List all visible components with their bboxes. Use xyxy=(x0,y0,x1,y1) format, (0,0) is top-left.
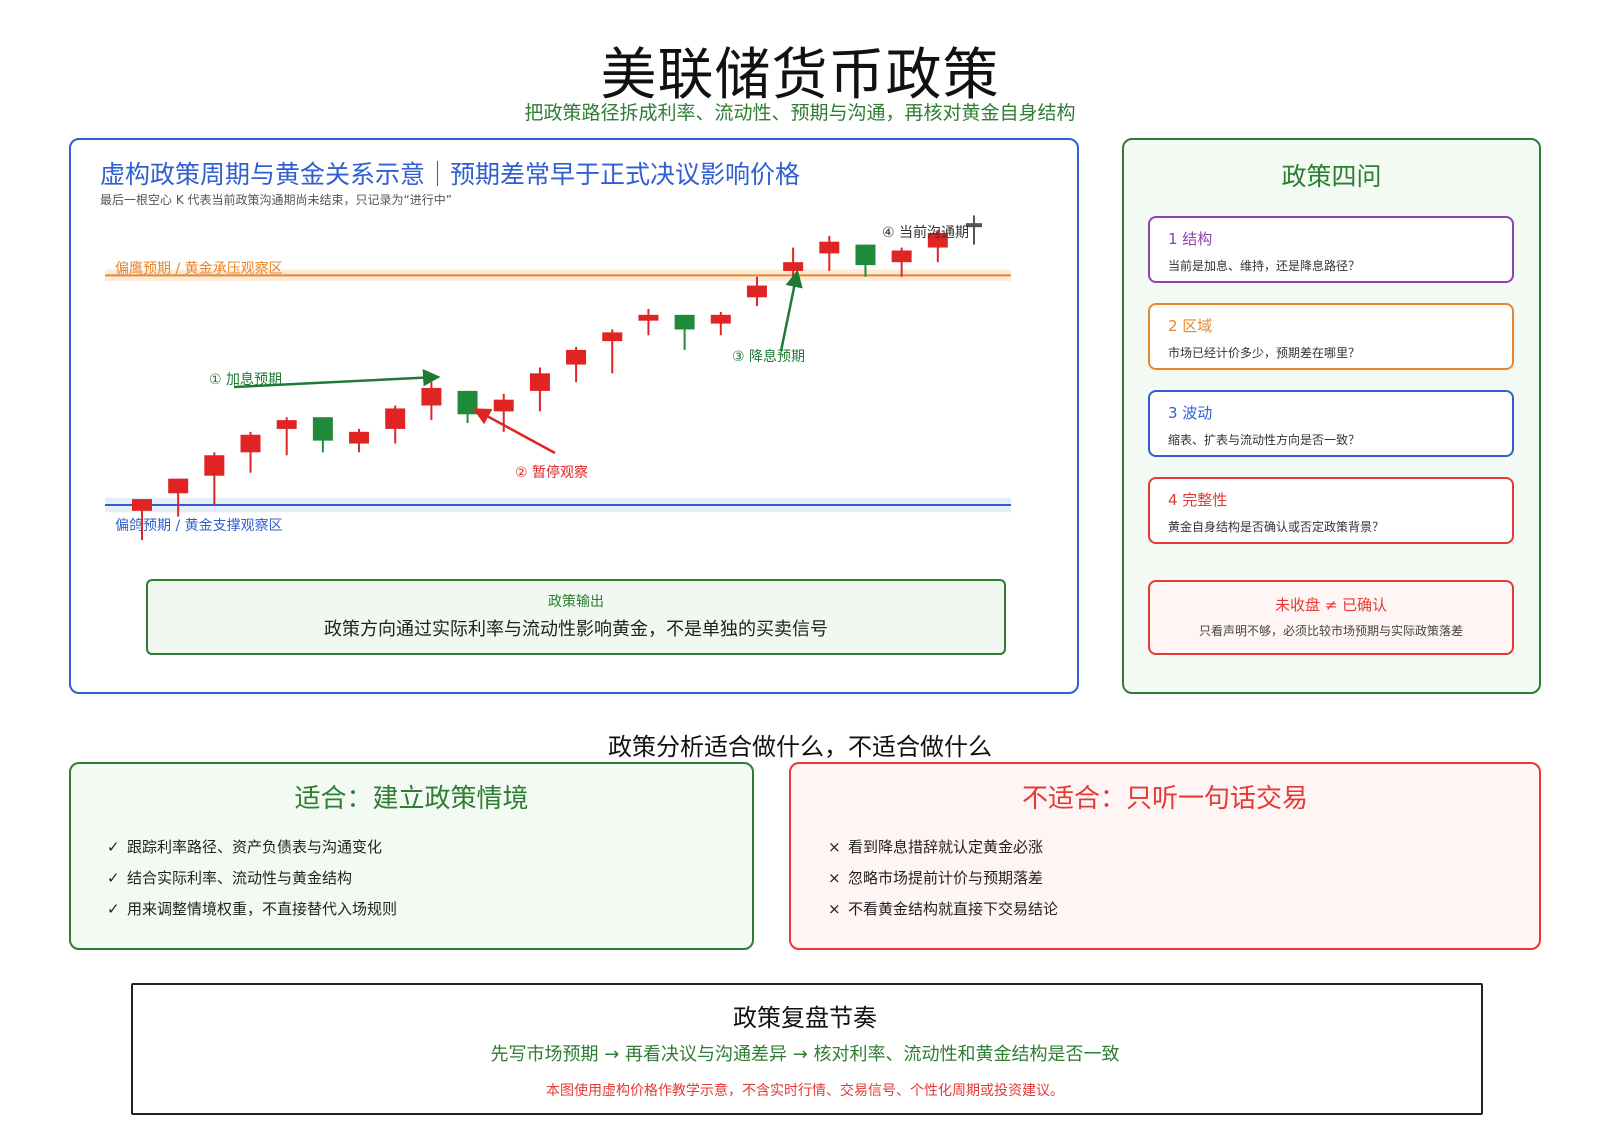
candle-body xyxy=(819,241,840,254)
not-fit-item-text: 忽略市场提前计价与预期落差 xyxy=(848,869,1044,887)
candle-body xyxy=(276,420,297,429)
candle xyxy=(638,308,659,336)
not-fit-item: × 忽略市场提前计价与预期落差 xyxy=(828,871,1043,886)
page-title: 美联储货币政策 xyxy=(600,43,1000,108)
usage-section-title: 政策分析适合做什么，不适合做什么 xyxy=(608,733,992,761)
candle-body xyxy=(783,262,804,271)
candle xyxy=(349,428,370,453)
candle-body xyxy=(493,399,514,412)
upper-zone-label: 偏鹰预期 / 黄金承压观察区 xyxy=(115,260,283,277)
question-head: 3 波动 xyxy=(1168,404,1213,422)
candle-body xyxy=(855,244,876,266)
question-card-structure: 1 结构 当前是加息、维持，还是降息路径？ xyxy=(1148,216,1514,283)
candle-body xyxy=(312,417,333,441)
disclaimer: 本图使用虚构价格作教学示意，不含实时行情、交易信号、个性化周期或投资建议。 xyxy=(546,1083,1064,1099)
candle-body xyxy=(638,314,659,321)
candle-body xyxy=(457,390,478,415)
question-card-integrity: 4 完整性 黄金自身结构是否确认或否定政策背景？ xyxy=(1148,477,1514,544)
candle xyxy=(312,417,333,453)
candle xyxy=(602,329,623,374)
chart-note: 最后一根空心 K 代表当前政策沟通期尚未结束，只记录为“进行中” xyxy=(100,193,452,207)
candle xyxy=(276,417,297,456)
policy-output-label: 政策输出 xyxy=(548,594,604,610)
candle xyxy=(385,405,406,444)
fit-title: 适合：建立政策情境 xyxy=(294,784,529,814)
chart-title: 虚构政策周期与黄金关系示意｜预期差常早于正式决议影响价格 xyxy=(100,160,801,189)
not-fit-item: × 看到降息措辞就认定黄金必涨 xyxy=(828,840,1043,855)
fit-item-text: 结合实际利率、流动性与黄金结构 xyxy=(127,869,353,887)
question-body: 缩表、扩表与流动性方向是否一致？ xyxy=(1168,433,1361,447)
cross-icon: × xyxy=(828,838,841,856)
fit-item: ✓ 用来调整情境权重，不直接替代入场规则 xyxy=(107,902,397,917)
candle xyxy=(457,390,478,424)
candle-body xyxy=(566,349,587,365)
annotation-rate-cut: ③ 降息预期 xyxy=(732,348,805,365)
candle-body xyxy=(349,431,370,444)
candle xyxy=(674,314,695,350)
candle-body xyxy=(746,285,767,298)
policy-output-box: 政策输出 政策方向通过实际利率与流动性影响黄金，不是单独的买卖信号 xyxy=(146,579,1006,655)
question-card-volatility: 3 波动 缩表、扩表与流动性方向是否一致？ xyxy=(1148,390,1514,457)
warning-title: 未收盘 ≠ 已确认 xyxy=(1274,596,1388,614)
candle-body xyxy=(204,455,225,476)
policy-output-text: 政策方向通过实际利率与流动性影响黄金，不是单独的买卖信号 xyxy=(324,619,828,640)
fit-item: ✓ 跟踪利率路径、资产负债表与沟通变化 xyxy=(107,840,382,855)
page-subtitle: 把政策路径拆成利率、流动性、预期与沟通，再核对黄金自身结构 xyxy=(524,102,1076,124)
candle-body xyxy=(132,499,152,511)
candle xyxy=(819,235,840,271)
not-fit-item: × 不看黄金结构就直接下交易结论 xyxy=(828,902,1058,917)
annotation-current: ④ 当前沟通期 xyxy=(882,224,969,241)
check-icon: ✓ xyxy=(107,900,120,918)
lower-zone-label: 偏鸽预期 / 黄金支撑观察区 xyxy=(115,517,283,534)
candle xyxy=(566,347,587,383)
candle-body xyxy=(891,250,912,263)
candle xyxy=(710,311,731,336)
fit-item-text: 跟踪利率路径、资产负债表与沟通变化 xyxy=(127,838,383,856)
fit-item: ✓ 结合实际利率、流动性与黄金结构 xyxy=(107,871,352,886)
question-body: 当前是加息、维持，还是降息路径？ xyxy=(1168,259,1361,273)
fit-item-text: 用来调整情境权重，不直接替代入场规则 xyxy=(127,900,398,918)
question-body: 黄金自身结构是否确认或否定政策背景？ xyxy=(1168,520,1385,534)
question-body: 市场已经计价多少，预期差在哪里？ xyxy=(1168,346,1361,360)
candle xyxy=(421,382,442,421)
candle-body xyxy=(240,434,261,453)
candle xyxy=(240,431,261,473)
cross-icon: × xyxy=(828,900,841,918)
review-rhythm-flow: 先写市场预期 → 再看决议与沟通差异 → 核对利率、流动性和黄金结构是否一致 xyxy=(490,1044,1120,1065)
candle xyxy=(966,215,982,245)
annotation-rate-hike: ① 加息预期 xyxy=(209,371,282,388)
candle xyxy=(529,367,550,412)
question-head: 2 区域 xyxy=(1168,317,1213,335)
warning-text: 只看声明不够，必须比较市场预期与实际政策落差 xyxy=(1198,624,1463,638)
candle-body xyxy=(710,314,731,324)
candle-body xyxy=(385,408,406,429)
annotation-pause: ② 暂停观察 xyxy=(515,464,588,481)
question-head: 4 完整性 xyxy=(1168,491,1228,509)
candle-body-open xyxy=(966,223,982,228)
question-head: 1 结构 xyxy=(1168,230,1213,248)
warning-card: 未收盘 ≠ 已确认 只看声明不够，必须比较市场预期与实际政策落差 xyxy=(1148,580,1514,655)
candle-body xyxy=(602,332,623,342)
not-fit-item-text: 不看黄金结构就直接下交易结论 xyxy=(848,900,1059,918)
candle-body xyxy=(168,478,189,494)
pause-arrow xyxy=(472,408,556,455)
review-rhythm-title: 政策复盘节奏 xyxy=(733,1004,877,1032)
candle-body xyxy=(529,373,550,391)
not-fit-title: 不适合：只听一句话交易 xyxy=(1021,784,1308,814)
check-icon: ✓ xyxy=(107,838,120,856)
candle-body xyxy=(421,387,442,406)
check-icon: ✓ xyxy=(107,869,120,887)
candle-body xyxy=(674,314,695,330)
cross-icon: × xyxy=(828,869,841,887)
not-fit-item-text: 看到降息措辞就认定黄金必涨 xyxy=(848,838,1044,856)
rate-cut-arrow xyxy=(779,269,803,352)
question-card-zone: 2 区域 市场已经计价多少，预期差在哪里？ xyxy=(1148,303,1514,370)
candle xyxy=(204,452,225,505)
policy-questions-title: 政策四问 xyxy=(1281,162,1382,191)
